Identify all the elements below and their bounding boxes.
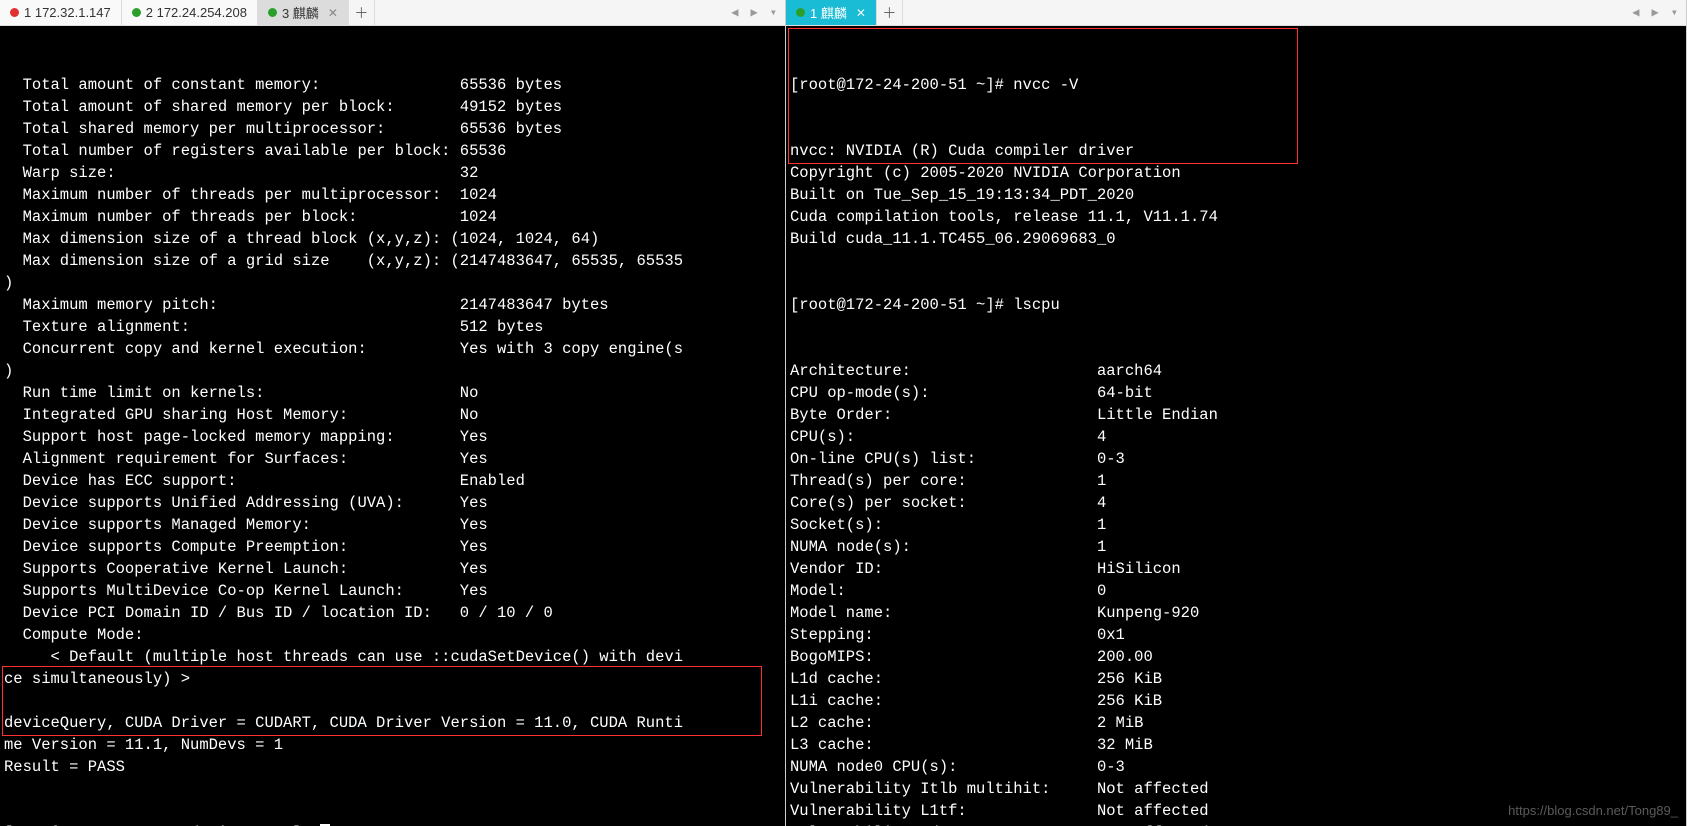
- terminal-output: nvcc: NVIDIA (R) Cuda compiler driver Co…: [790, 140, 1682, 250]
- tab-3[interactable]: 3 麒麟 ✕: [258, 0, 349, 25]
- nav-dropdown-icon[interactable]: ▾: [1667, 5, 1682, 20]
- nav-dropdown-icon[interactable]: ▾: [766, 5, 781, 20]
- tab-label: 2 172.24.254.208: [146, 5, 247, 20]
- left-pane: 1 172.32.1.147 2 172.24.254.208 3 麒麟 ✕ ＋…: [0, 0, 786, 826]
- terminal-prompt: [root@172-24-200-51 deviceQuery]#: [4, 822, 781, 826]
- right-tabbar: 1 麒麟 ✕ ＋ ◀ ▶ ▾: [786, 0, 1686, 26]
- tab-1[interactable]: 1 麒麟 ✕: [786, 0, 877, 25]
- nav-right-icon[interactable]: ▶: [747, 5, 762, 20]
- tab-label: 3 麒麟: [282, 3, 319, 22]
- nav-right-icon[interactable]: ▶: [1648, 5, 1663, 20]
- nav-left-icon[interactable]: ◀: [1628, 5, 1643, 20]
- left-tabbar: 1 172.32.1.147 2 172.24.254.208 3 麒麟 ✕ ＋…: [0, 0, 785, 26]
- tab-2[interactable]: 2 172.24.254.208: [122, 0, 258, 25]
- tab-nav: ◀ ▶ ▾: [727, 0, 785, 25]
- terminal-output: Architecture: aarch64 CPU op-mode(s): 64…: [790, 360, 1682, 826]
- status-dot-icon: [796, 8, 805, 17]
- watermark: https://blog.csdn.net/Tong89_: [1508, 800, 1678, 822]
- close-icon[interactable]: ✕: [856, 6, 866, 20]
- status-dot-icon: [10, 8, 19, 17]
- add-tab-button[interactable]: ＋: [349, 0, 375, 25]
- left-terminal[interactable]: Total amount of constant memory: 65536 b…: [0, 26, 785, 826]
- terminal-prompt: [root@172-24-200-51 ~]# nvcc -V: [790, 74, 1682, 96]
- status-dot-icon: [268, 8, 277, 17]
- terminal-output: Total amount of constant memory: 65536 b…: [4, 74, 781, 778]
- tab-label: 1 麒麟: [810, 3, 847, 22]
- tab-1[interactable]: 1 172.32.1.147: [0, 0, 122, 25]
- right-pane: 1 麒麟 ✕ ＋ ◀ ▶ ▾ [root@172-24-200-51 ~]# n…: [786, 0, 1687, 826]
- right-terminal[interactable]: [root@172-24-200-51 ~]# nvcc -V nvcc: NV…: [786, 26, 1686, 826]
- close-icon[interactable]: ✕: [328, 6, 338, 20]
- tab-label: 1 172.32.1.147: [24, 5, 111, 20]
- nav-left-icon[interactable]: ◀: [727, 5, 742, 20]
- add-tab-button[interactable]: ＋: [877, 0, 903, 25]
- tab-nav: ◀ ▶ ▾: [1628, 0, 1686, 25]
- status-dot-icon: [132, 8, 141, 17]
- terminal-prompt: [root@172-24-200-51 ~]# lscpu: [790, 294, 1682, 316]
